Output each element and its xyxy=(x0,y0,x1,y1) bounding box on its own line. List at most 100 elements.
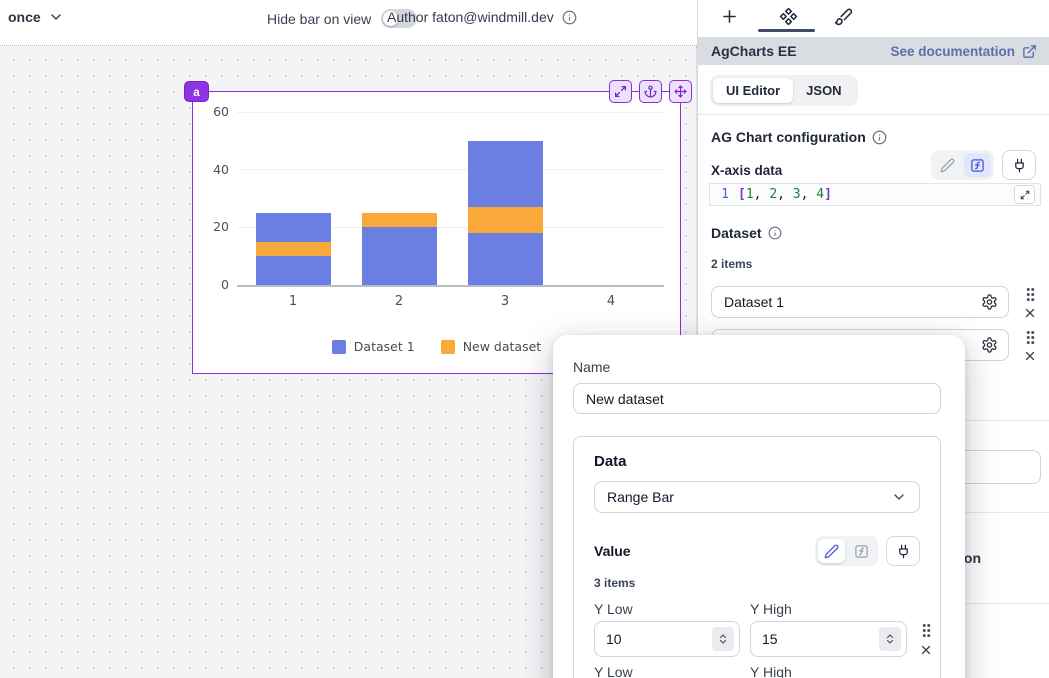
xaxis-code-editor[interactable]: 1 [1, 2, 3, 4] xyxy=(709,183,1041,206)
range-row-rail xyxy=(919,664,930,678)
drag-handle-icon[interactable] xyxy=(1025,287,1036,302)
input-mode-pill-group xyxy=(815,536,878,566)
x-axis-tick-label: 3 xyxy=(485,294,525,309)
legend-label: Dataset 1 xyxy=(354,339,415,354)
y-high-input[interactable]: 15 xyxy=(750,621,907,657)
remove-range-item-icon[interactable] xyxy=(919,643,933,657)
top-toolbar: once Hide bar on view Author faton@windm… xyxy=(0,0,697,46)
range-item-row: Y Low Y High xyxy=(594,664,920,678)
input-mode-pill-group xyxy=(931,150,994,180)
connect-input-button[interactable] xyxy=(886,536,920,566)
info-icon[interactable] xyxy=(872,130,887,145)
drag-handle-icon[interactable] xyxy=(1025,330,1036,345)
range-row-rail xyxy=(919,601,933,657)
gear-icon[interactable] xyxy=(981,294,998,311)
anchor-icon xyxy=(644,85,657,98)
tab-json[interactable]: JSON xyxy=(793,78,854,103)
dataset-name-field[interactable]: New dataset xyxy=(573,383,941,414)
maximize-icon xyxy=(1020,190,1030,200)
bar-Dataset 1 xyxy=(362,227,437,285)
drag-handle-icon[interactable] xyxy=(921,623,932,638)
see-documentation-link[interactable]: See documentation xyxy=(890,44,1037,59)
component-type-title: AgCharts EE xyxy=(711,43,797,59)
range-bar-New dataset xyxy=(256,242,331,256)
remove-dataset-icon[interactable] xyxy=(1023,349,1037,363)
expression-mode-button[interactable] xyxy=(964,153,991,177)
y-high-value: 15 xyxy=(762,631,778,647)
value-items-count: 3 items xyxy=(594,576,920,590)
external-link-icon xyxy=(1022,44,1037,59)
y-axis-tick-label: 20 xyxy=(193,219,229,234)
pencil-icon xyxy=(824,544,839,559)
y-axis-tick-label: 0 xyxy=(193,277,229,292)
info-icon[interactable] xyxy=(562,10,577,25)
y-low-value: 10 xyxy=(606,631,622,647)
run-mode-label: once xyxy=(8,9,41,25)
expand-editor-button[interactable] xyxy=(1014,185,1035,204)
code-line-number: 1 xyxy=(710,187,738,202)
legend-item[interactable]: Dataset 1 xyxy=(332,339,415,354)
remove-dataset-icon[interactable] xyxy=(1023,306,1037,320)
styling-tab[interactable] xyxy=(831,4,855,28)
legend-label: New dataset xyxy=(463,339,542,354)
agcharts-component[interactable]: a 02040601234Dataset 1New dataset xyxy=(192,91,681,374)
connect-input-button[interactable] xyxy=(1002,150,1036,180)
dataset-settings-popover: Name New dataset Data Range Bar Value xyxy=(553,335,965,678)
x-axis-tick-label: 4 xyxy=(591,294,631,309)
value-input-mode-cluster xyxy=(815,536,920,566)
info-icon[interactable] xyxy=(768,226,782,240)
x-axis-line xyxy=(237,285,664,287)
dataset-row-rail xyxy=(1020,330,1040,363)
author-group: Author faton@windmill.dev xyxy=(387,9,577,25)
bar-chart: 02040601234Dataset 1New dataset xyxy=(193,92,680,373)
series-type-select[interactable]: Range Bar xyxy=(594,481,920,513)
run-mode-select[interactable]: once xyxy=(8,9,64,25)
gridline xyxy=(237,169,664,170)
range-bar-New dataset xyxy=(468,207,543,233)
y-high-label: Y High xyxy=(750,664,907,678)
static-edit-button[interactable] xyxy=(818,539,845,563)
expand-component-button[interactable] xyxy=(609,80,632,103)
plus-icon xyxy=(720,7,739,26)
expand-icon xyxy=(614,85,627,98)
xaxis-data-label: X-axis data xyxy=(711,163,782,178)
component-panel-header: AgCharts EE See documentation xyxy=(698,37,1049,65)
move-icon xyxy=(674,85,687,98)
dataset-name-value: Dataset 1 xyxy=(724,294,784,310)
tab-ui-editor[interactable]: UI Editor xyxy=(713,78,793,103)
range-bar-New dataset xyxy=(362,213,437,227)
legend-item[interactable]: New dataset xyxy=(441,339,542,354)
y-low-label: Y Low xyxy=(594,601,740,617)
add-component-tab[interactable] xyxy=(717,4,741,28)
number-stepper[interactable] xyxy=(712,627,734,651)
number-stepper[interactable] xyxy=(879,627,901,651)
y-high-label: Y High xyxy=(750,601,907,617)
divider xyxy=(698,114,1049,115)
code-content: [1, 2, 3, 4] xyxy=(738,187,832,202)
series-type-value: Range Bar xyxy=(607,489,674,505)
x-axis-tick-label: 2 xyxy=(379,294,419,309)
static-edit-button[interactable] xyxy=(934,153,961,177)
chevron-down-icon xyxy=(891,489,907,505)
active-tab-underline xyxy=(758,29,815,32)
gridline xyxy=(237,112,664,113)
y-low-input[interactable]: 10 xyxy=(594,621,740,657)
plug-icon xyxy=(1012,158,1027,173)
expression-mode-button[interactable] xyxy=(848,539,875,563)
y-axis-tick-label: 60 xyxy=(193,104,229,119)
dataset-name-input[interactable]: Dataset 1 xyxy=(711,286,1009,318)
y-low-label: Y Low xyxy=(594,664,740,678)
component-settings-tab[interactable] xyxy=(776,4,800,28)
doc-link-label: See documentation xyxy=(890,44,1015,59)
name-label: Name xyxy=(573,359,941,375)
anchor-component-button[interactable] xyxy=(639,80,662,103)
pencil-icon xyxy=(940,158,955,173)
legend-swatch xyxy=(441,340,455,354)
editor-mode-tabs: UI Editor JSON xyxy=(710,75,858,106)
move-component-button[interactable] xyxy=(669,80,692,103)
gear-icon[interactable] xyxy=(981,337,998,354)
value-row: Value xyxy=(594,536,920,566)
plug-icon xyxy=(896,544,911,559)
x-axis-tick-label: 1 xyxy=(273,294,313,309)
component-id-badge: a xyxy=(184,81,209,102)
